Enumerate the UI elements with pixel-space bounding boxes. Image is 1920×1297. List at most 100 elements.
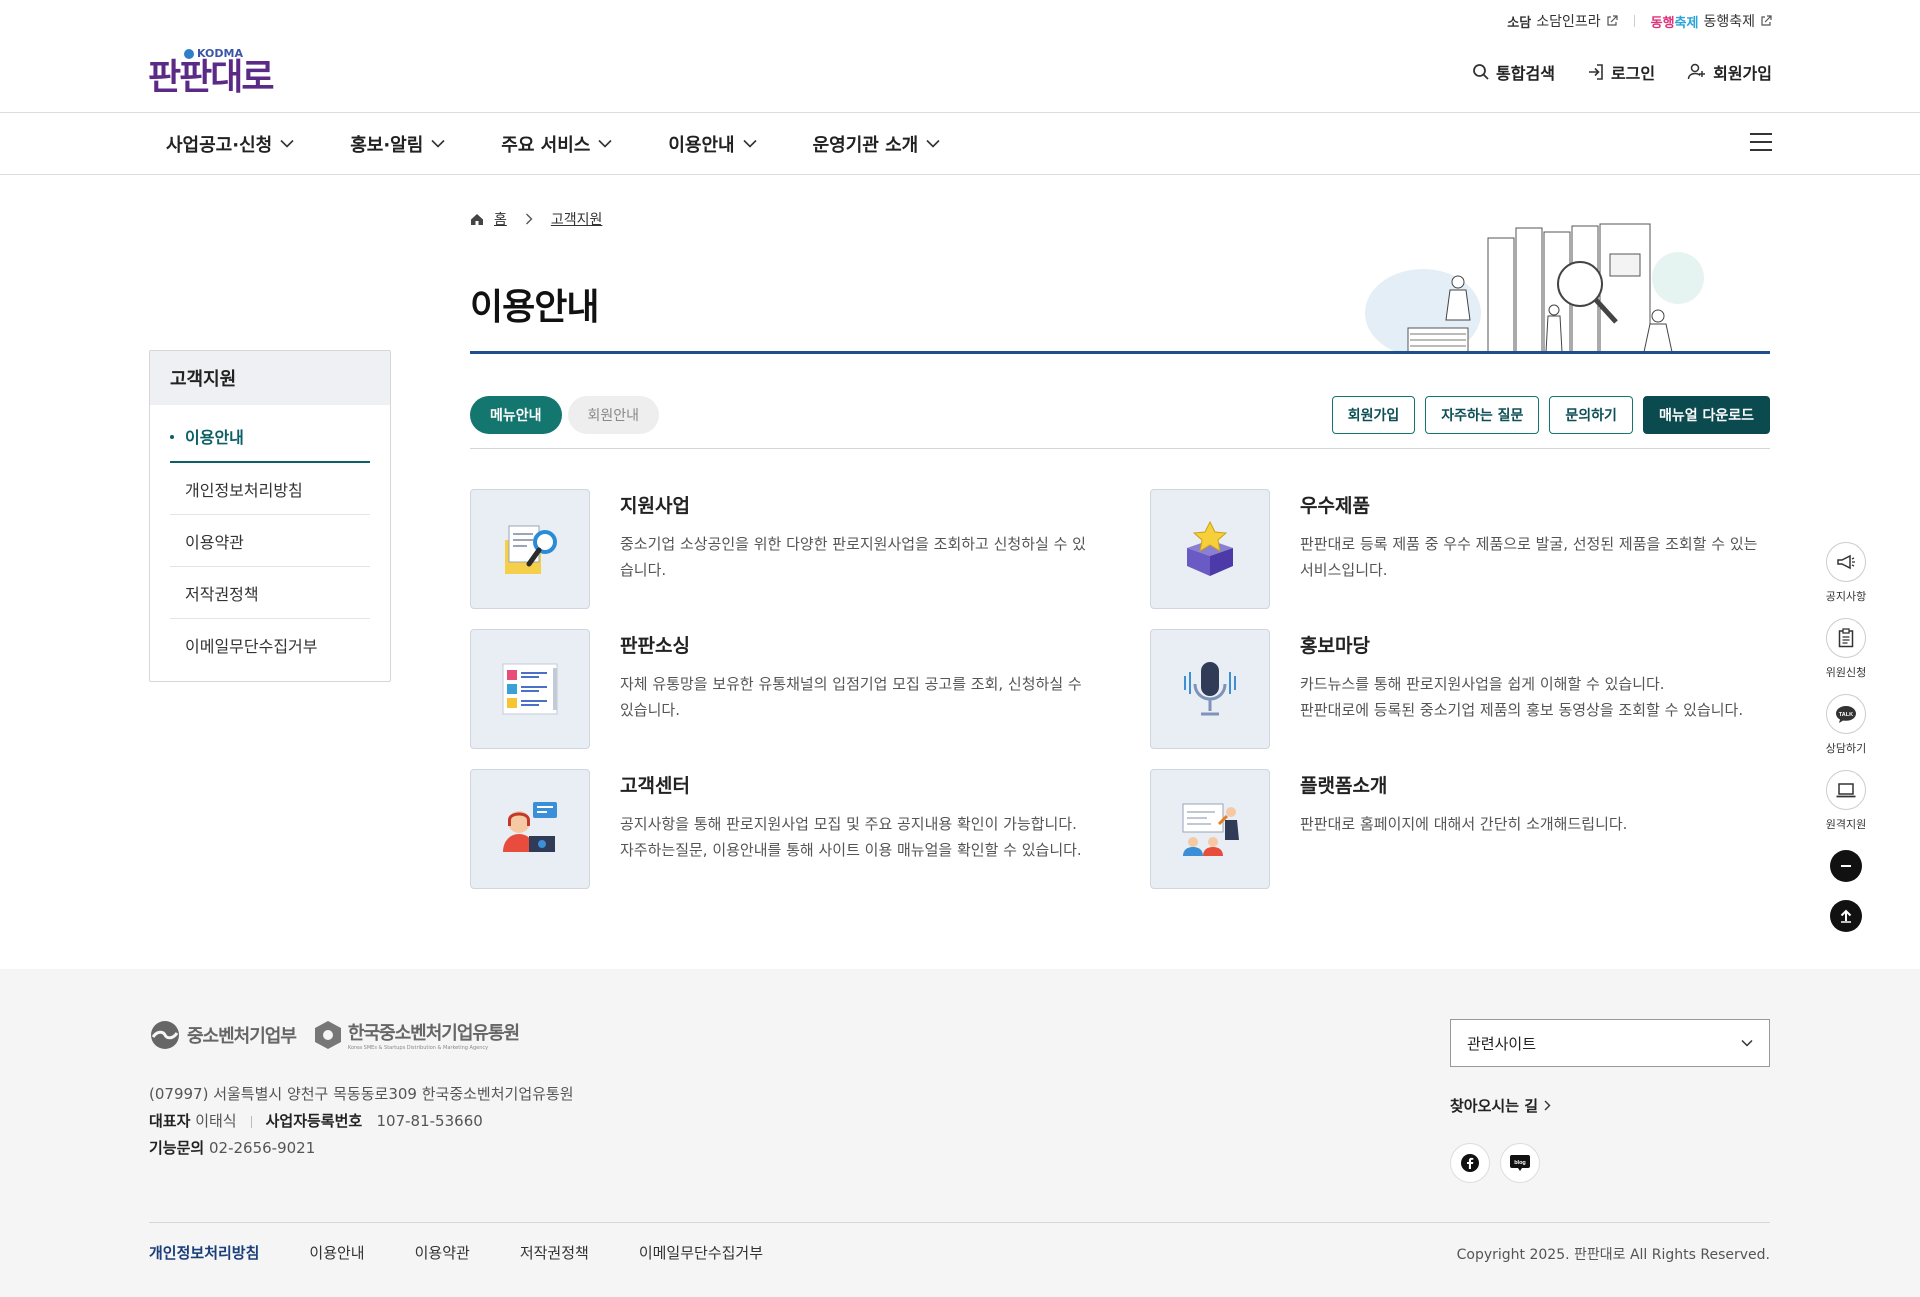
copyright: Copyright 2025. 판판대로 All Rights Reserved… [1456,1247,1770,1263]
call-center-icon [503,802,557,852]
footer-link-usage-guide[interactable]: 이용안내 [309,1242,364,1263]
festa-label: 동행축제 [1703,14,1755,30]
search-icon [1473,64,1489,80]
card-excellent-products[interactable]: 우수제품 판판대로 등록 제품 중 우수 제품으로 발굴, 선정된 제품을 조회… [1150,489,1790,609]
donghaeng-festa-link[interactable]: 동행축제 동행축제 [1651,11,1772,31]
breadcrumb-current[interactable]: 고객지원 [551,209,603,229]
card-title: 플랫폼소개 [1300,775,1388,797]
quick-label: 상담하기 [1825,742,1867,755]
svg-text:blog: blog [1514,1160,1526,1166]
tab-member-guide[interactable]: 회원안내 [567,396,660,434]
quick-label: 공지사항 [1825,590,1867,603]
title-underline [470,351,1770,354]
lnb-item-usage-guide[interactable]: 이용안내 [170,411,370,463]
footer-link-copyright[interactable]: 저작권정책 [520,1242,589,1263]
facebook-button[interactable] [1450,1143,1490,1183]
directions-link[interactable]: 찾아오시는 길 [1450,1095,1551,1116]
tab-row: 메뉴안내 회원안내 [470,396,660,434]
breadcrumb: 홈 고객지원 [470,209,602,229]
quick-committee-apply[interactable]: 위원신청 [1826,618,1866,680]
lnb-item-privacy-policy[interactable]: 개인정보처리방침 [170,463,370,515]
manual-download-button[interactable]: 매뉴얼 다운로드 [1642,396,1770,434]
divider [149,1222,1770,1223]
add-user-icon [1687,63,1706,80]
chevron-down-icon [598,139,612,148]
card-description: 자체 유통망을 보유한 유통채널의 입점기업 모집 공고를 조회, 신청하실 수… [620,675,1082,719]
gnb-list: 사업공고·신청 홍보·알림 주요 서비스 이용안내 운영기관 소개 [166,113,996,174]
utility-links: 소담 소담인프라 동행축제 동행축제 [1507,11,1772,31]
festa-logo: 동행축제 [1650,15,1699,31]
scroll-top-button[interactable] [1830,900,1862,932]
tab-menu-guide[interactable]: 메뉴안내 [470,396,562,434]
card-customer-center[interactable]: 고객센터 공지사항을 통해 판로지원사업 모집 및 주요 공지내용 확인이 가능… [470,769,1110,889]
card-description: 중소기업 소상공인을 위한 다양한 판로지원사업을 조회하고 신청하실 수 있습… [620,535,1086,579]
arrow-up-icon [1840,909,1852,923]
lnb-item-copyright-policy[interactable]: 저작권정책 [170,567,370,619]
card-title: 홍보마당 [1300,635,1370,657]
top-actions: 통합검색 로그인 회원가입 [1472,60,1772,84]
card-title: 판판소싱 [620,635,690,657]
gnb-item-agency-intro[interactable]: 운영기관 소개 [813,131,941,157]
star-box-icon [1187,520,1233,576]
minus-icon [1841,865,1851,867]
integrated-search-button[interactable]: 통합검색 [1472,60,1555,84]
card-description: 카드뉴스를 통해 판로지원사업을 쉽게 이해할 수 있습니다. 판판대로에 등록된… [1300,675,1744,719]
quick-notice[interactable]: 공지사항 [1826,542,1866,604]
signup-button[interactable]: 회원가입 [1687,60,1772,84]
faq-button[interactable]: 자주하는 질문 [1425,396,1540,434]
quick-remote-support[interactable]: 원격지원 [1826,770,1866,832]
talk-icon: TALK [1825,694,1866,734]
zoom-out-button[interactable] [1830,850,1862,882]
sodam-infra-link[interactable]: 소담 소담인프라 [1507,11,1618,31]
card-title: 우수제품 [1300,495,1370,517]
signup-link-button[interactable]: 회원가입 [1331,396,1416,434]
logo-text: 판판대로 [148,57,274,98]
footer-link-privacy[interactable]: 개인정보처리방침 [149,1242,259,1263]
related-sites-select[interactable]: 관련사이트 [1450,1019,1770,1067]
site-logo[interactable]: KODMA 판판대로 [148,47,274,98]
card-thumbnail [1150,769,1270,889]
gnb-item-main-services[interactable]: 주요 서비스 [501,131,612,157]
microphone-icon [1184,662,1236,716]
chevron-right-icon [525,213,533,225]
quick-label: 위원신청 [1825,666,1867,679]
card-title: 지원사업 [620,495,690,517]
footer-tech-row: 기능문의 02-2656-9021 [149,1139,316,1157]
home-icon [471,213,483,225]
card-thumbnail [470,489,590,609]
card-platform-intro[interactable]: 플랫폼소개 판판대로 홈페이지에 대해서 간단히 소개해드립니다. [1150,769,1790,889]
footer-ceo-row: 대표자 이태식 사업자등록번호 107-81-53660 [149,1112,483,1130]
gnb-item-usage-guide[interactable]: 이용안내 [668,131,757,157]
chevron-down-icon [926,139,940,148]
hamburger-menu-icon[interactable] [1750,133,1772,153]
search-label: 통합검색 [1496,64,1555,83]
footer-link-terms[interactable]: 이용약관 [415,1242,470,1263]
megaphone-icon [1825,542,1866,582]
gnb-item-promotion[interactable]: 홍보·알림 [350,131,445,157]
clipboard-icon [1825,618,1866,658]
card-support-business[interactable]: 지원사업 중소기업 소상공인을 위한 다양한 판로지원사업을 조회하고 신청하실… [470,489,1110,609]
login-label: 로그인 [1610,64,1656,83]
quick-consult[interactable]: TALK 상담하기 [1826,694,1866,756]
lnb-item-terms[interactable]: 이용약관 [170,515,370,567]
footer-link-email-refusal[interactable]: 이메일무단수집거부 [639,1242,763,1263]
quick-label: 원격지원 [1825,818,1867,831]
svg-text:TALK: TALK [1839,712,1853,718]
ministry-logo: 중소벤처기업부 [149,1019,297,1051]
lnb-list: 이용안내 개인정보처리방침 이용약관 저작권정책 이메일무단수집거부 [150,405,390,681]
card-thumbnail [470,769,590,889]
sns-links: blog [1450,1143,1540,1183]
blog-button[interactable]: blog [1500,1143,1540,1183]
sodam-infra-label: 소담인프라 [1536,14,1601,30]
lnb-item-email-refusal[interactable]: 이메일무단수집거부 [170,619,370,671]
login-button[interactable]: 로그인 [1587,60,1655,84]
breadcrumb-home[interactable]: 홈 [494,209,507,229]
gnb-item-business-notice[interactable]: 사업공고·신청 [166,131,294,157]
action-buttons: 회원가입 자주하는 질문 문의하기 매뉴얼 다운로드 [1331,396,1770,434]
inquiry-button[interactable]: 문의하기 [1549,396,1633,434]
card-panpan-sourcing[interactable]: 판판소싱 자체 유통망을 보유한 유통채널의 입점기업 모집 공고를 조회, 신… [470,629,1110,749]
footer-links: 개인정보처리방침 이용안내 이용약관 저작권정책 이메일무단수집거부 [149,1242,763,1263]
card-promotion-plaza[interactable]: 홍보마당 카드뉴스를 통해 판로지원사업을 쉽게 이해할 수 있습니다. 판판대로… [1150,629,1790,749]
global-navigation: 사업공고·신청 홍보·알림 주요 서비스 이용안내 운영기관 소개 [0,112,1920,175]
chevron-down-icon [1741,1039,1753,1047]
